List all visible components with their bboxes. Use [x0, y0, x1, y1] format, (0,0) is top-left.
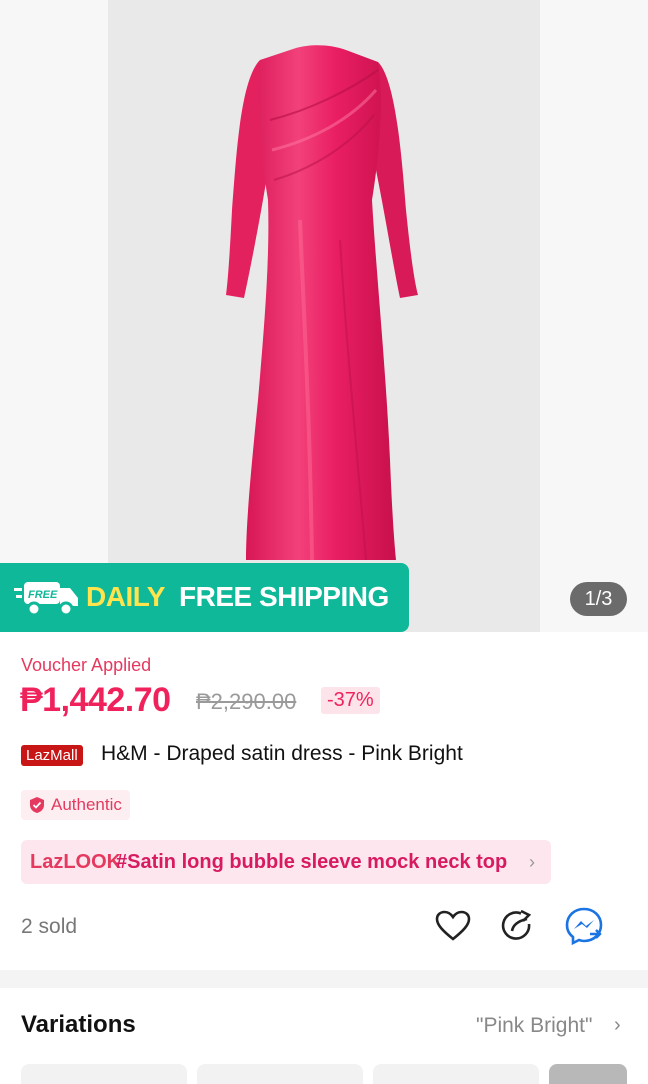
authentic-label: Authentic — [51, 795, 122, 814]
original-price: ₱2,290.00 — [196, 689, 297, 714]
lazlook-logo: LazLOOK — [30, 851, 122, 873]
share-button[interactable] — [498, 906, 538, 946]
chevron-right-icon[interactable]: › — [614, 1014, 621, 1037]
variation-option[interactable] — [21, 1064, 187, 1084]
shield-check-icon — [30, 797, 44, 813]
shipping-free-label: FREE SHIPPING — [179, 581, 389, 612]
svg-text:FREE: FREE — [28, 589, 58, 601]
image-counter-badge: 1/3 — [570, 582, 627, 616]
section-divider — [0, 970, 648, 988]
variation-option[interactable] — [197, 1064, 363, 1084]
lazlook-tag-text: #Satin long bubble sleeve mock neck top — [116, 851, 508, 873]
variations-title: Variations — [21, 1011, 136, 1038]
chevron-right-icon: › — [529, 852, 535, 872]
variations-selected-value[interactable]: "Pink Bright" — [476, 1014, 592, 1038]
sold-count: 2 sold — [21, 915, 78, 938]
variation-option-more[interactable] — [549, 1064, 627, 1084]
share-icon — [501, 909, 532, 940]
authentic-badge[interactable]: Authentic — [21, 790, 130, 820]
heart-icon — [435, 910, 471, 941]
lazmall-badge: LazMall — [21, 745, 83, 766]
current-price: ₱1,442.70 — [20, 681, 171, 719]
discount-badge: -37% — [321, 687, 380, 714]
daily-free-shipping-banner: FREE DAILY FREE SHIPPING — [0, 563, 409, 632]
gallery-side-left — [0, 0, 108, 632]
truck-icon: FREE — [14, 582, 78, 617]
messenger-share-button[interactable] — [564, 906, 604, 946]
product-image-gallery[interactable]: FREE DAILY FREE SHIPPING 1/3 — [0, 0, 648, 632]
variation-option[interactable] — [373, 1064, 539, 1084]
voucher-applied-label: Voucher Applied — [21, 655, 152, 675]
lazlook-tag-banner[interactable]: LazLOOK #Satin long bubble sleeve mock n… — [21, 840, 551, 884]
messenger-icon — [565, 907, 603, 946]
product-photo-dress — [226, 45, 418, 561]
shipping-daily-label: DAILY — [86, 581, 165, 612]
gallery-side-right — [540, 0, 648, 632]
product-title: H&M - Draped satin dress - Pink Bright — [101, 742, 463, 765]
wishlist-button[interactable] — [433, 906, 473, 946]
